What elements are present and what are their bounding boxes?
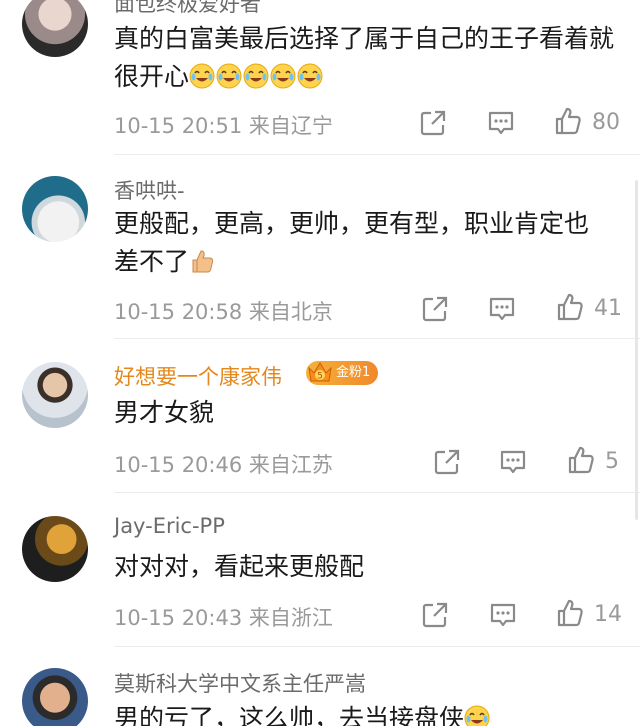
share-icon[interactable] (420, 600, 450, 630)
like-count: 41 (594, 296, 622, 321)
comment-username[interactable]: Jay-Eric-PP (114, 514, 225, 538)
scrollbar[interactable] (635, 180, 638, 520)
comment-time: 10-15 20:58 (114, 300, 243, 324)
divider (114, 338, 640, 339)
comment-time: 10-15 20:46 (114, 453, 243, 477)
avatar[interactable] (22, 176, 88, 242)
like-icon[interactable] (555, 598, 585, 628)
crown-icon: 5 (308, 362, 332, 382)
share-icon[interactable] (420, 294, 450, 324)
like-icon[interactable] (553, 106, 583, 136)
like-icon[interactable] (566, 445, 596, 475)
avatar[interactable] (22, 0, 88, 57)
share-icon[interactable] (418, 108, 448, 138)
comment-location: 来自浙江 (248, 606, 333, 630)
laughing-crying-emoji (270, 63, 296, 89)
like-count: 14 (594, 602, 622, 627)
laughing-crying-emoji (189, 63, 215, 89)
comment-text: 男才女貌 (114, 398, 215, 427)
comment-text-body: 男的亏了，这么帅，去当接盘侠 (114, 704, 465, 726)
comment-meta: 10-15 20:46 来自江苏 (114, 449, 333, 479)
badge-label: 金粉1 (336, 365, 371, 380)
comment-location: 来自江苏 (248, 453, 333, 477)
like-count: 5 (605, 449, 619, 474)
laughing-crying-emoji (243, 63, 269, 89)
like-count: 80 (592, 110, 620, 135)
laughing-crying-emoji (216, 63, 242, 89)
laughing-crying-emoji (297, 63, 323, 89)
laughing-crying-emoji (464, 705, 490, 726)
comment-username[interactable]: 面包终极爱好者 (114, 0, 261, 18)
share-icon[interactable] (432, 447, 462, 477)
avatar[interactable] (22, 516, 88, 582)
comment-text: 男的亏了，这么帅，去当接盘侠 (114, 700, 614, 726)
divider (114, 492, 640, 493)
thumbs-up-emoji (189, 248, 215, 274)
comment-username[interactable]: 香哄哄- (114, 175, 185, 205)
comment-text: 更般配，更高，更帅，更有型，职业肯定也差不了 (114, 205, 604, 281)
comment-location: 来自辽宁 (248, 114, 333, 138)
comment-time: 10-15 20:51 (114, 114, 243, 138)
avatar[interactable] (22, 362, 88, 428)
comment-text: 对对对，看起来更般配 (114, 552, 365, 581)
divider (114, 646, 640, 647)
comment-username[interactable]: 好想要一个康家伟 (114, 361, 282, 391)
comment-icon[interactable] (487, 294, 517, 324)
comment-text: 真的白富美最后选择了属于自己的王子看着就很开心 (114, 20, 614, 96)
comment-icon[interactable] (498, 447, 528, 477)
comment-icon[interactable] (486, 108, 516, 138)
comment-meta: 10-15 20:58 来自北京 (114, 296, 333, 326)
badge-level: 5 (317, 372, 323, 382)
comment-icon[interactable] (488, 600, 518, 630)
avatar[interactable] (22, 668, 88, 726)
comment-username[interactable]: 莫斯科大学中文系主任严嵩 (114, 668, 366, 698)
comment-time: 10-15 20:43 (114, 606, 243, 630)
comment-meta: 10-15 20:43 来自浙江 (114, 602, 333, 632)
divider (114, 154, 640, 155)
comment-text-body: 更般配，更高，更帅，更有型，职业肯定也差不了 (114, 209, 590, 276)
like-icon[interactable] (555, 292, 585, 322)
comment-meta: 10-15 20:51 来自辽宁 (114, 110, 333, 140)
laughing-crying-emoji-group (189, 62, 324, 91)
comment-location: 来自北京 (248, 300, 333, 324)
fan-badge: 5 金粉1 (306, 361, 379, 385)
